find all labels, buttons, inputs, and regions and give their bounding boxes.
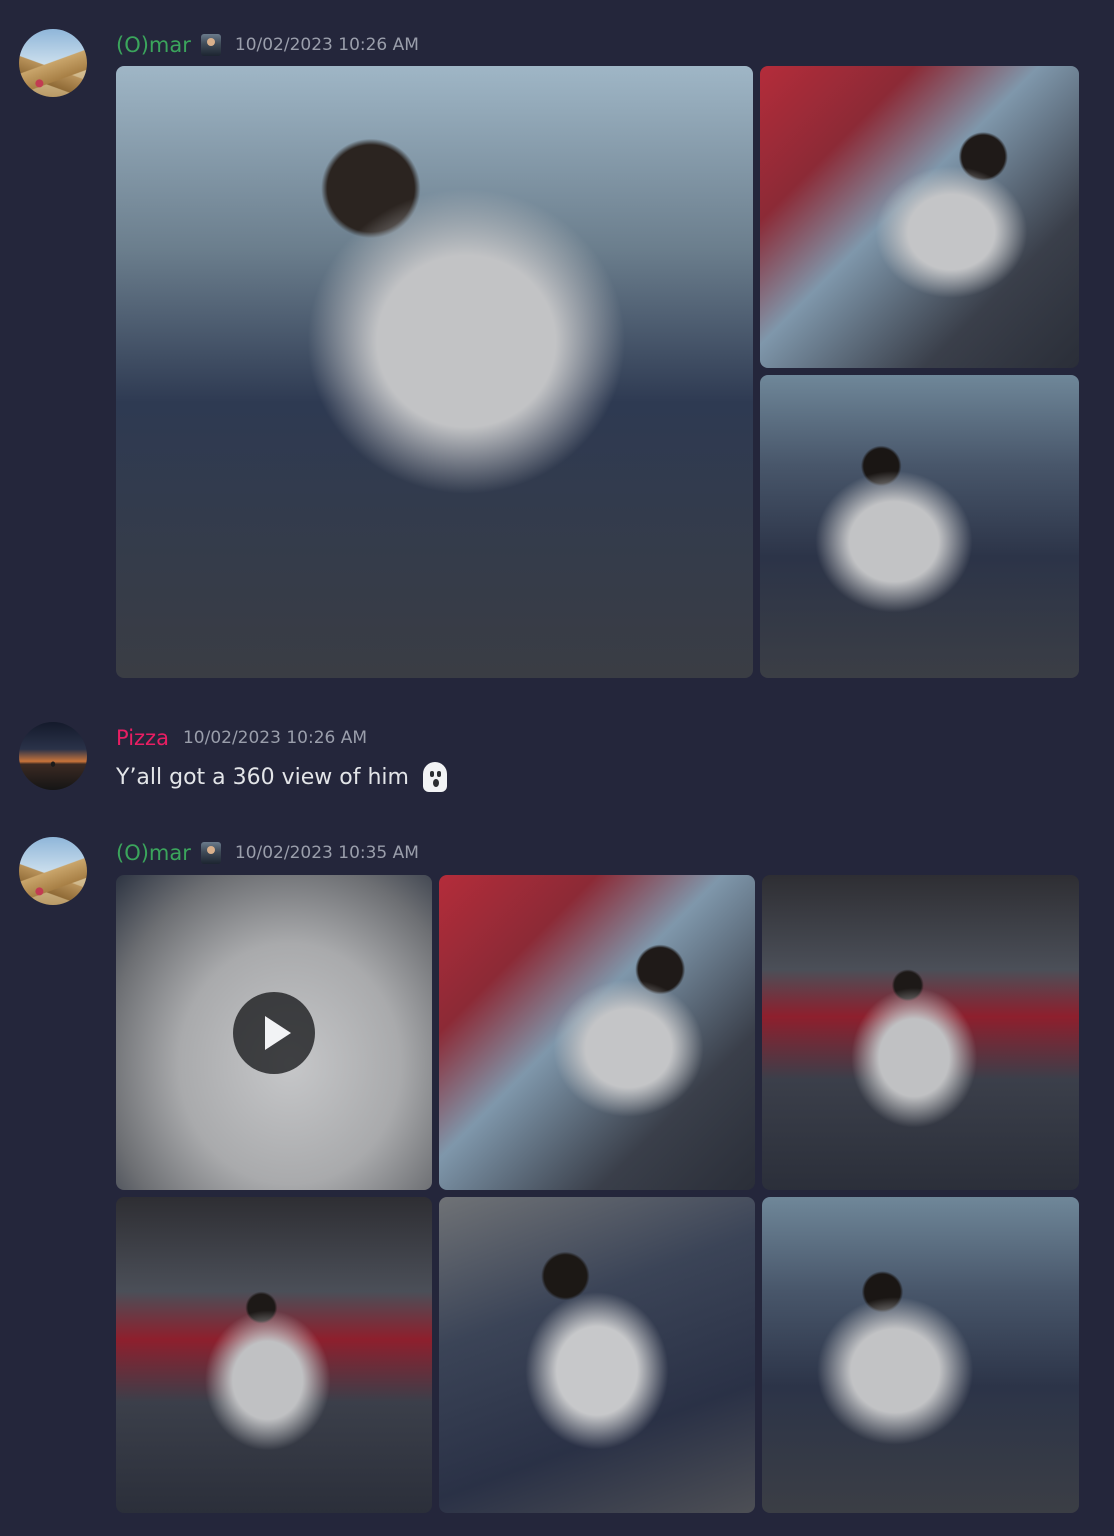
timestamp: 10/02/2023 10:26 AM [234, 35, 419, 55]
message-content: Y’all got a 360 view of him [116, 760, 449, 794]
image-attachment[interactable] [760, 375, 1079, 678]
image-attachment[interactable] [439, 1197, 755, 1513]
role-icon[interactable] [200, 34, 221, 56]
author-name[interactable]: (O)mar [116, 33, 191, 57]
image-attachment[interactable] [439, 875, 755, 1190]
author-avatar[interactable] [19, 29, 87, 97]
ghost-emoji-icon [421, 760, 449, 794]
role-icon[interactable] [200, 842, 221, 864]
author-avatar[interactable] [19, 722, 87, 790]
image-attachment[interactable] [116, 66, 753, 678]
video-attachment[interactable] [116, 875, 432, 1190]
message-text: Y’all got a 360 view of him [116, 764, 409, 790]
author-avatar[interactable] [19, 837, 87, 905]
image-attachment[interactable] [760, 66, 1079, 368]
image-attachment[interactable] [762, 1197, 1079, 1513]
author-name[interactable]: Pizza [116, 726, 169, 750]
message-header: Pizza 10/02/2023 10:26 AM [116, 724, 367, 752]
image-attachment[interactable] [116, 1197, 432, 1513]
message-header: (O)mar 10/02/2023 10:26 AM [116, 31, 419, 59]
play-icon[interactable] [233, 992, 315, 1074]
image-attachment[interactable] [762, 875, 1079, 1190]
author-name[interactable]: (O)mar [116, 841, 191, 865]
timestamp: 10/02/2023 10:35 AM [234, 843, 419, 863]
timestamp: 10/02/2023 10:26 AM [182, 728, 368, 748]
message-header: (O)mar 10/02/2023 10:35 AM [116, 839, 419, 867]
